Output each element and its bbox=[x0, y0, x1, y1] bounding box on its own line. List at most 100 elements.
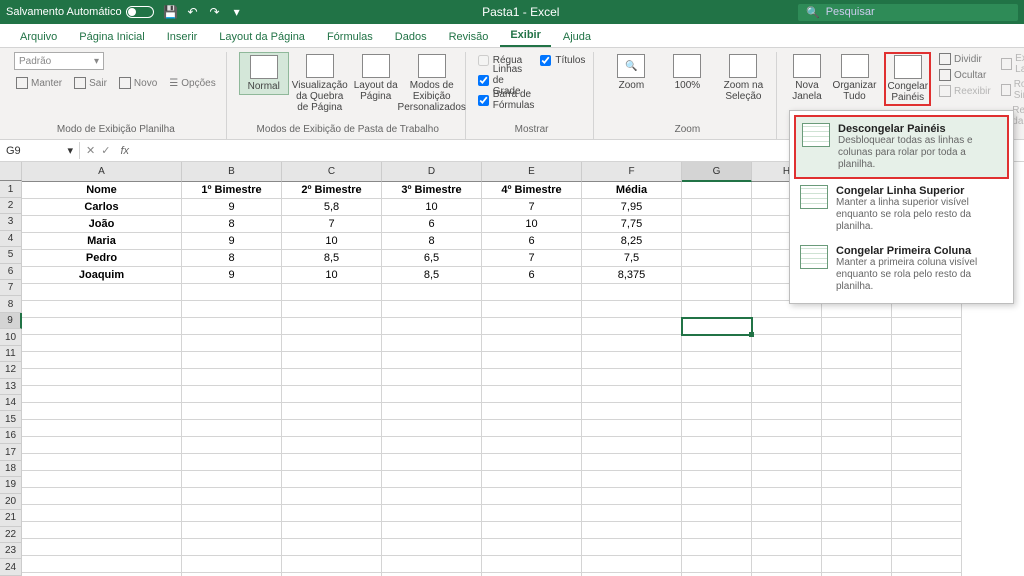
side-by-side-button[interactable]: Exibir Lado a Lado bbox=[999, 52, 1024, 76]
cell[interactable]: 5,8 bbox=[282, 199, 382, 216]
options-button[interactable]: ☰Opções bbox=[167, 76, 217, 90]
cell[interactable]: 6,5 bbox=[382, 250, 482, 267]
cell[interactable] bbox=[382, 454, 482, 471]
row-header[interactable]: 13 bbox=[0, 379, 22, 395]
cell[interactable] bbox=[182, 403, 282, 420]
cell[interactable] bbox=[822, 352, 892, 369]
cell[interactable]: 9 bbox=[182, 267, 282, 284]
cell[interactable] bbox=[382, 522, 482, 539]
cell[interactable]: 8,25 bbox=[582, 233, 682, 250]
cell[interactable] bbox=[482, 318, 582, 335]
cell[interactable]: 6 bbox=[382, 216, 482, 233]
row-header[interactable]: 7 bbox=[0, 280, 22, 296]
cell[interactable] bbox=[822, 437, 892, 454]
cell[interactable] bbox=[822, 335, 892, 352]
cell[interactable] bbox=[682, 267, 752, 284]
pagebreak-view-button[interactable]: Visualização da Quebra de Página bbox=[295, 52, 345, 115]
cell[interactable] bbox=[682, 250, 752, 267]
cell[interactable] bbox=[482, 369, 582, 386]
row-header[interactable]: 17 bbox=[0, 444, 22, 460]
cell[interactable] bbox=[682, 199, 752, 216]
cell[interactable] bbox=[582, 352, 682, 369]
cell[interactable] bbox=[682, 420, 752, 437]
row-header[interactable]: 21 bbox=[0, 510, 22, 526]
cell[interactable] bbox=[582, 369, 682, 386]
cell[interactable] bbox=[282, 335, 382, 352]
normal-view-button[interactable]: Normal bbox=[239, 52, 289, 95]
cell[interactable] bbox=[892, 318, 962, 335]
cell[interactable]: 8 bbox=[182, 250, 282, 267]
cell[interactable] bbox=[482, 403, 582, 420]
cell[interactable] bbox=[282, 420, 382, 437]
cell[interactable] bbox=[22, 420, 182, 437]
cell[interactable] bbox=[682, 369, 752, 386]
cell[interactable] bbox=[682, 403, 752, 420]
pagelayout-view-button[interactable]: Layout da Página bbox=[351, 52, 401, 104]
cell[interactable] bbox=[482, 420, 582, 437]
cell[interactable] bbox=[752, 488, 822, 505]
cell[interactable] bbox=[22, 556, 182, 573]
cell[interactable] bbox=[382, 420, 482, 437]
cell[interactable] bbox=[382, 352, 482, 369]
cell[interactable] bbox=[22, 522, 182, 539]
cell[interactable] bbox=[752, 352, 822, 369]
cell[interactable]: 7 bbox=[482, 250, 582, 267]
redo-icon[interactable]: ↷ bbox=[208, 5, 222, 19]
cell[interactable] bbox=[822, 403, 892, 420]
cell[interactable] bbox=[482, 454, 582, 471]
cell[interactable] bbox=[752, 437, 822, 454]
cell[interactable] bbox=[182, 335, 282, 352]
cell[interactable] bbox=[582, 318, 682, 335]
cell[interactable] bbox=[752, 556, 822, 573]
zoom-100-button[interactable]: 100% bbox=[662, 52, 712, 93]
cell[interactable] bbox=[822, 454, 892, 471]
tab-dados[interactable]: Dados bbox=[385, 27, 437, 47]
cell[interactable] bbox=[482, 488, 582, 505]
cell[interactable] bbox=[22, 403, 182, 420]
cell[interactable] bbox=[282, 437, 382, 454]
cell[interactable] bbox=[482, 522, 582, 539]
unhide-button[interactable]: Reexibir bbox=[937, 84, 993, 98]
autosave-toggle[interactable]: Salvamento Automático bbox=[6, 6, 154, 18]
cell[interactable]: 6 bbox=[482, 233, 582, 250]
name-box[interactable]: G9▾ bbox=[0, 142, 80, 159]
cell[interactable] bbox=[892, 369, 962, 386]
cell[interactable] bbox=[582, 386, 682, 403]
row-header[interactable]: 24 bbox=[0, 559, 22, 575]
row-header[interactable]: 19 bbox=[0, 477, 22, 493]
column-header[interactable]: B bbox=[182, 162, 282, 182]
tab-página-inicial[interactable]: Página Inicial bbox=[69, 27, 154, 47]
cell[interactable] bbox=[752, 369, 822, 386]
cell[interactable] bbox=[382, 284, 482, 301]
cell[interactable] bbox=[182, 369, 282, 386]
cell[interactable] bbox=[752, 318, 822, 335]
cell[interactable]: 8,375 bbox=[582, 267, 682, 284]
cell[interactable] bbox=[892, 556, 962, 573]
cell[interactable] bbox=[752, 454, 822, 471]
cell[interactable] bbox=[582, 420, 682, 437]
cell[interactable]: 9 bbox=[182, 199, 282, 216]
cell[interactable] bbox=[382, 539, 482, 556]
cell[interactable]: 9 bbox=[182, 233, 282, 250]
split-button[interactable]: Dividir bbox=[937, 52, 993, 66]
cell[interactable] bbox=[382, 318, 482, 335]
row-header[interactable]: 4 bbox=[0, 231, 22, 247]
cell[interactable] bbox=[582, 454, 682, 471]
cell[interactable] bbox=[282, 471, 382, 488]
cell[interactable] bbox=[182, 386, 282, 403]
cell[interactable] bbox=[482, 505, 582, 522]
row-header[interactable]: 10 bbox=[0, 329, 22, 345]
cell[interactable] bbox=[582, 403, 682, 420]
gridlines-check[interactable]: Linhas de Grade bbox=[478, 72, 535, 88]
cell[interactable] bbox=[822, 318, 892, 335]
cell[interactable] bbox=[482, 284, 582, 301]
row-header[interactable]: 16 bbox=[0, 428, 22, 444]
cancel-icon[interactable]: ✕ bbox=[86, 144, 95, 157]
row-header[interactable]: 1 bbox=[0, 181, 22, 197]
cell[interactable] bbox=[182, 522, 282, 539]
row-header[interactable]: 11 bbox=[0, 346, 22, 362]
cell[interactable] bbox=[682, 488, 752, 505]
cell[interactable] bbox=[182, 471, 282, 488]
cell[interactable] bbox=[282, 318, 382, 335]
cell[interactable] bbox=[382, 437, 482, 454]
